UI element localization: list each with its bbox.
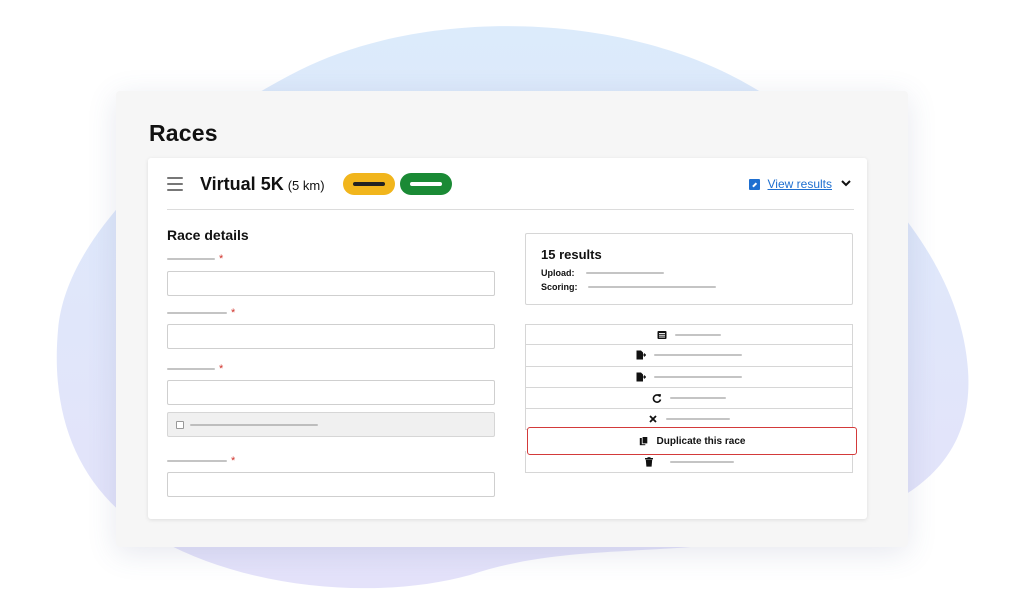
race-distance: (5 km): [287, 178, 325, 193]
checkbox[interactable]: [176, 420, 184, 429]
required-mark: *: [219, 253, 224, 265]
field-label-3: *: [167, 363, 224, 375]
refresh-icon: [652, 394, 662, 403]
stage: Races Virtual 5K (5 km) View results Race…: [0, 0, 1024, 599]
races-panel: Races Virtual 5K (5 km) View results Race…: [116, 91, 908, 547]
race-actions-list: Duplicate this race: [525, 324, 857, 473]
copy-icon: [639, 436, 648, 446]
required-mark: *: [219, 363, 224, 375]
race-detail-input-1[interactable]: [167, 271, 495, 296]
chevron-down-icon[interactable]: [840, 177, 852, 189]
field-label-4: *: [167, 455, 236, 467]
trash-icon: [645, 456, 653, 467]
action-list[interactable]: [525, 324, 853, 346]
race-card: Virtual 5K (5 km) View results Race detai…: [148, 158, 867, 519]
results-summary: 15 results Upload: Scoring:: [525, 233, 853, 305]
page-title: Races: [149, 120, 218, 146]
external-link-icon: [748, 178, 760, 190]
scoring-label: Scoring:: [541, 282, 578, 292]
required-mark: *: [231, 307, 236, 319]
checkbox-option[interactable]: [167, 412, 495, 437]
hamburger-icon[interactable]: [167, 177, 183, 191]
race-detail-input-3[interactable]: [167, 380, 495, 405]
close-icon: [649, 415, 657, 423]
race-name: Virtual 5K: [200, 174, 284, 194]
status-pill-green[interactable]: [400, 173, 452, 195]
action-export-2[interactable]: [525, 366, 853, 388]
action-export-1[interactable]: [525, 345, 853, 367]
duplicate-race-button[interactable]: Duplicate this race: [527, 427, 857, 456]
scoring-row: Scoring:: [541, 282, 716, 292]
export-file-icon: [636, 350, 646, 360]
view-results-link[interactable]: View results: [748, 177, 832, 191]
view-results-label: View results: [767, 177, 832, 191]
list-icon: [657, 330, 667, 339]
upload-row: Upload:: [541, 268, 664, 278]
field-label-2: *: [167, 307, 236, 319]
status-pill-yellow[interactable]: [343, 173, 395, 195]
race-card-header: Virtual 5K (5 km) View results: [167, 172, 854, 210]
upload-label: Upload:: [541, 268, 575, 278]
race-detail-input-4[interactable]: [167, 472, 495, 497]
field-label-1: *: [167, 253, 224, 265]
export-file-icon: [636, 372, 646, 382]
required-mark: *: [231, 455, 236, 467]
results-count: 15 results: [541, 247, 602, 262]
race-title: Virtual 5K (5 km): [200, 174, 325, 195]
race-detail-input-2[interactable]: [167, 324, 495, 349]
action-refresh[interactable]: [525, 387, 853, 410]
duplicate-race-label: Duplicate this race: [656, 435, 746, 447]
race-details-title: Race details: [167, 227, 249, 243]
